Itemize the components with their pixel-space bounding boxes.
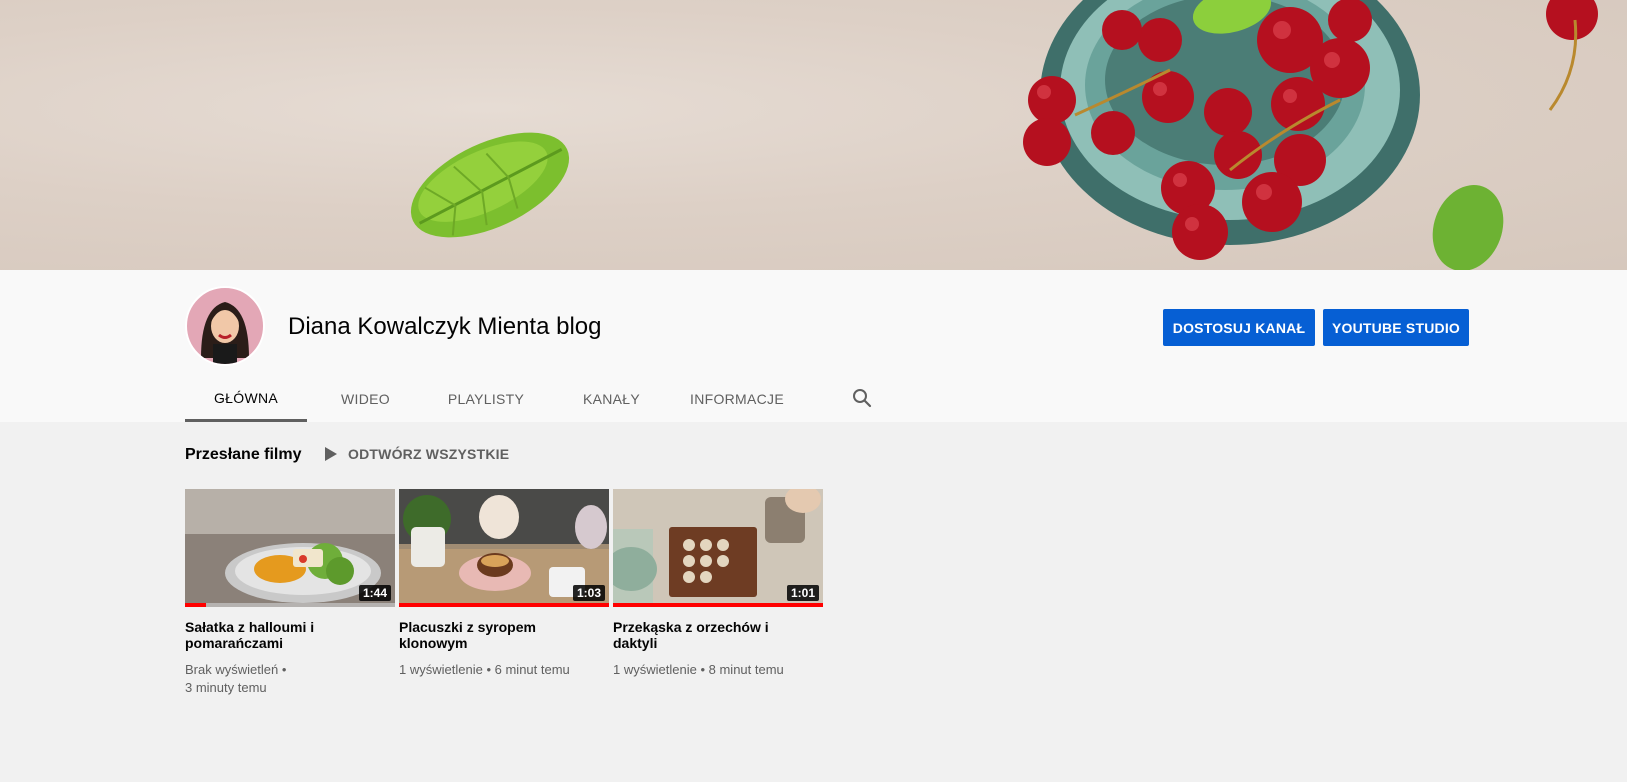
watch-progress-fill: [399, 603, 609, 607]
video-card[interactable]: 1:44 Sałatka z halloumi i pomarańczami B…: [185, 489, 395, 697]
video-duration: 1:03: [572, 585, 605, 601]
video-views: Brak wyświetleń: [185, 662, 279, 677]
video-age: 6 minut temu: [494, 662, 570, 677]
meta-separator: •: [700, 662, 706, 677]
tab-videos[interactable]: WIDEO: [307, 376, 424, 422]
watch-progress: [399, 603, 609, 607]
video-duration: 1:44: [358, 585, 391, 601]
video-views: 1 wyświetlenie: [613, 662, 697, 677]
youtube-studio-button[interactable]: YOUTUBE STUDIO: [1323, 309, 1469, 346]
video-meta: 1 wyświetlenie • 6 minut temu: [399, 661, 609, 679]
watch-progress-fill: [613, 603, 823, 607]
customize-channel-button[interactable]: DOSTOSUJ KANAŁ: [1163, 309, 1315, 346]
channel-banner: [0, 0, 1627, 270]
video-grid: 1:44 Sałatka z halloumi i pomarańczami B…: [185, 489, 823, 697]
video-card[interactable]: 1:03 Placuszki z syropem klonowym 1 wyśw…: [399, 489, 609, 697]
video-title[interactable]: Przekąska z orzechów i daktyli: [613, 619, 823, 651]
watch-progress: [613, 603, 823, 607]
watch-progress: [185, 603, 395, 607]
video-thumbnail[interactable]: 1:44: [185, 489, 395, 607]
channel-name: Diana Kowalczyk Mienta blog: [288, 313, 602, 340]
video-title[interactable]: Sałatka z halloumi i pomarańczami: [185, 619, 395, 651]
video-age: 3 minuty temu: [185, 680, 267, 695]
play-icon: [325, 447, 337, 461]
video-thumbnail[interactable]: 1:01: [613, 489, 823, 607]
video-title[interactable]: Placuszki z syropem klonowym: [399, 619, 609, 651]
meta-separator: •: [281, 662, 287, 677]
search-icon[interactable]: [850, 386, 874, 410]
section-title: Przesłane filmy: [185, 446, 302, 463]
watch-progress-fill: [185, 603, 206, 607]
tab-playlists[interactable]: PLAYLISTY: [424, 376, 548, 422]
video-card[interactable]: 1:01 Przekąska z orzechów i daktyli 1 wy…: [613, 489, 823, 697]
video-age: 8 minut temu: [708, 662, 784, 677]
video-duration: 1:01: [786, 585, 819, 601]
play-all-label: ODTWÓRZ WSZYSTKIE: [348, 446, 510, 462]
tab-home[interactable]: GŁÓWNA: [185, 376, 307, 422]
mint-leaf-image: [410, 132, 570, 238]
tab-about[interactable]: INFORMACJE: [675, 376, 799, 422]
channel-avatar[interactable]: [185, 286, 265, 366]
video-thumbnail[interactable]: 1:03: [399, 489, 609, 607]
play-all-button[interactable]: ODTWÓRZ WSZYSTKIE: [324, 446, 509, 462]
video-meta: Brak wyświetleń • 3 minuty temu: [185, 661, 395, 697]
tab-channels[interactable]: KANAŁY: [548, 376, 675, 422]
video-views: 1 wyświetlenie: [399, 662, 483, 677]
meta-separator: •: [486, 662, 492, 677]
video-meta: 1 wyświetlenie • 8 minut temu: [613, 661, 823, 679]
channel-tabs: GŁÓWNA WIDEO PLAYLISTY KANAŁY INFORMACJE: [185, 376, 799, 422]
